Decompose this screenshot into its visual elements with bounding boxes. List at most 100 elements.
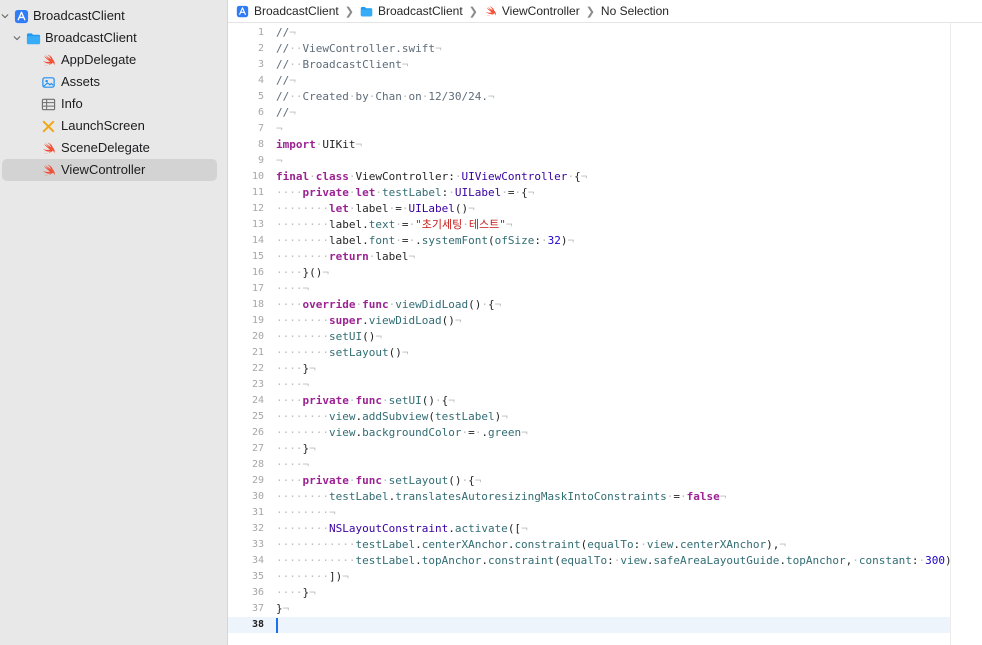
code-token: // [276,58,290,71]
invisible-marker: ········ [276,346,329,359]
invisible-marker: ¬ [580,170,588,183]
invisible-marker: · [501,186,508,199]
code-line[interactable]: ····¬ [276,457,309,473]
jump-bar-crumb[interactable]: ViewController [484,4,580,18]
jump-bar-crumb[interactable]: No Selection [601,4,669,18]
invisible-marker: ¬ [779,538,786,551]
code-token: BroadcastClient [302,58,402,71]
line-number: 26 [251,427,264,438]
code-line[interactable]: //··Created·by·Chan·on·12/30/24.¬ [276,89,495,105]
code-line[interactable]: ········let·label·=·UILabel()¬ [276,201,475,217]
line-number: 7 [257,123,264,134]
line-number: 37 [251,603,264,614]
asset-catalog-icon [40,74,56,90]
navigator-item-label: SceneDelegate [61,140,150,155]
navigator-item-broadcastclient[interactable]: BroadcastClient [0,27,227,49]
code-token: . [362,314,369,327]
line-number: 31 [251,507,264,518]
navigator-item-broadcastclient[interactable]: BroadcastClient [0,5,227,27]
code-line[interactable]: ····}()¬ [276,265,329,281]
code-line[interactable]: //¬ [276,73,296,89]
code-token: topAnchor [786,554,846,567]
line-number: 29 [251,475,264,486]
code-line[interactable]: ········label.font·=·.systemFont(ofSize:… [276,233,574,249]
code-token: . [646,554,654,567]
code-line[interactable]: ········setUI()¬ [276,329,382,345]
code-token: ([ [507,522,522,535]
code-line[interactable]: ········])¬ [276,569,349,585]
code-line[interactable]: ········testLabel.translatesAutoresizing… [276,489,726,505]
plist-table-icon [40,96,56,112]
code-line[interactable]: final·class·ViewController:·UIViewContro… [276,169,587,185]
code-line[interactable]: ········setLayout()¬ [276,345,408,361]
code-area[interactable]: //¬//··ViewController.swift¬//··Broadcas… [276,22,950,645]
invisible-marker: · [348,170,356,183]
code-line[interactable]: ········NSLayoutConstraint.activate([¬ [276,521,528,537]
invisible-marker: ¬ [342,570,349,583]
code-token: { [487,298,495,311]
code-line[interactable]: ········¬ [276,505,336,521]
code-line[interactable]: ¬ [276,121,283,137]
code-line[interactable]: ····private·func·setUI()·{¬ [276,393,455,409]
code-line[interactable]: ········view.addSubview(testLabel)¬ [276,409,508,425]
navigator-item-viewcontroller[interactable]: ViewController [0,159,227,181]
code-line[interactable]: //··ViewController.swift¬ [276,41,442,57]
code-line[interactable]: ········view.backgroundColor·=·.green¬ [276,425,528,441]
code-line[interactable]: ····}¬ [276,361,316,377]
code-line[interactable]: ····private·func·setLayout()·{¬ [276,473,481,489]
code-line[interactable]: ············testLabel.topAnchor.constrai… [276,553,950,569]
invisible-marker: · [434,394,442,407]
line-number: 21 [251,347,264,358]
jump-bar-crumb-label: BroadcastClient [254,4,339,18]
navigator-item-scenedelegate[interactable]: SceneDelegate [0,137,227,159]
code-line[interactable]: ····override·func·viewDidLoad()·{¬ [276,297,501,313]
code-line[interactable]: ····}¬ [276,585,316,601]
code-line[interactable]: import·UIKit¬ [276,137,362,153]
code-line[interactable]: //¬ [276,25,296,41]
code-token: UILabel [454,186,502,199]
code-line[interactable]: ¬ [276,153,283,169]
code-token: return [328,250,369,263]
code-token: Created [302,90,349,103]
source-editor[interactable]: BroadcastClient ❯ BroadcastClient ❯ ViewCont… [228,0,982,645]
code-line[interactable]: ····}¬ [276,441,316,457]
navigator-item-assets[interactable]: Assets [0,71,227,93]
chevron-down-icon[interactable] [0,11,10,21]
code-line[interactable]: }¬ [276,601,289,617]
code-line[interactable]: //¬ [276,105,296,121]
line-number-gutter: 1 2 3 4 5 6 7 8 9 10 11 12 13 14 15 16 17 18 19 20 21 22 23 24 2… [228,22,272,645]
code-line[interactable]: ····¬ [276,281,309,297]
code-token: translatesAutoresizingMaskIntoConstraint… [395,490,667,503]
navigator-item-appdelegate[interactable]: AppDelegate [0,49,227,71]
code-token: // [276,90,290,103]
jump-bar-crumb[interactable]: BroadcastClient [236,4,339,18]
code-line[interactable]: ············testLabel.centerXAnchor.cons… [276,537,786,553]
code-line[interactable]: //··BroadcastClient¬ [276,57,408,73]
invisible-marker: ¬ [719,490,727,503]
code-token: constraint [514,538,581,551]
code-token: // [276,106,290,119]
invisible-marker: · [395,234,402,247]
code-line[interactable]: ········super.viewDidLoad()¬ [276,313,461,329]
xcode-project-icon [236,5,249,18]
code-line[interactable]: ········return·label¬ [276,249,415,265]
code-line[interactable]: ····private·let·testLabel:·UILabel·=·{¬ [276,185,534,201]
invisible-marker: · [448,186,455,199]
folder-icon [25,30,41,46]
code-token: font [368,234,396,247]
invisible-marker: ···· [276,474,303,487]
jump-bar-crumb[interactable]: BroadcastClient [360,4,463,18]
invisible-marker: ···· [276,298,303,311]
code-token: setUI [388,394,422,407]
code-line[interactable]: ········label.text·=·"초기세팅·테스트"¬ [276,217,512,233]
invisible-marker: ¬ [505,218,513,231]
code-token: view [620,554,647,567]
code-line[interactable]: ····¬ [276,377,309,393]
navigator-item-info[interactable]: Info [0,93,227,115]
chevron-down-icon[interactable] [12,33,22,43]
code-token: ]) [328,570,343,583]
code-token: equalTo [560,554,608,567]
invisible-marker: ¬ [448,394,455,407]
navigator-item-launchscreen[interactable]: LaunchScreen [0,115,227,137]
chevron-right-icon: ❯ [585,5,595,18]
